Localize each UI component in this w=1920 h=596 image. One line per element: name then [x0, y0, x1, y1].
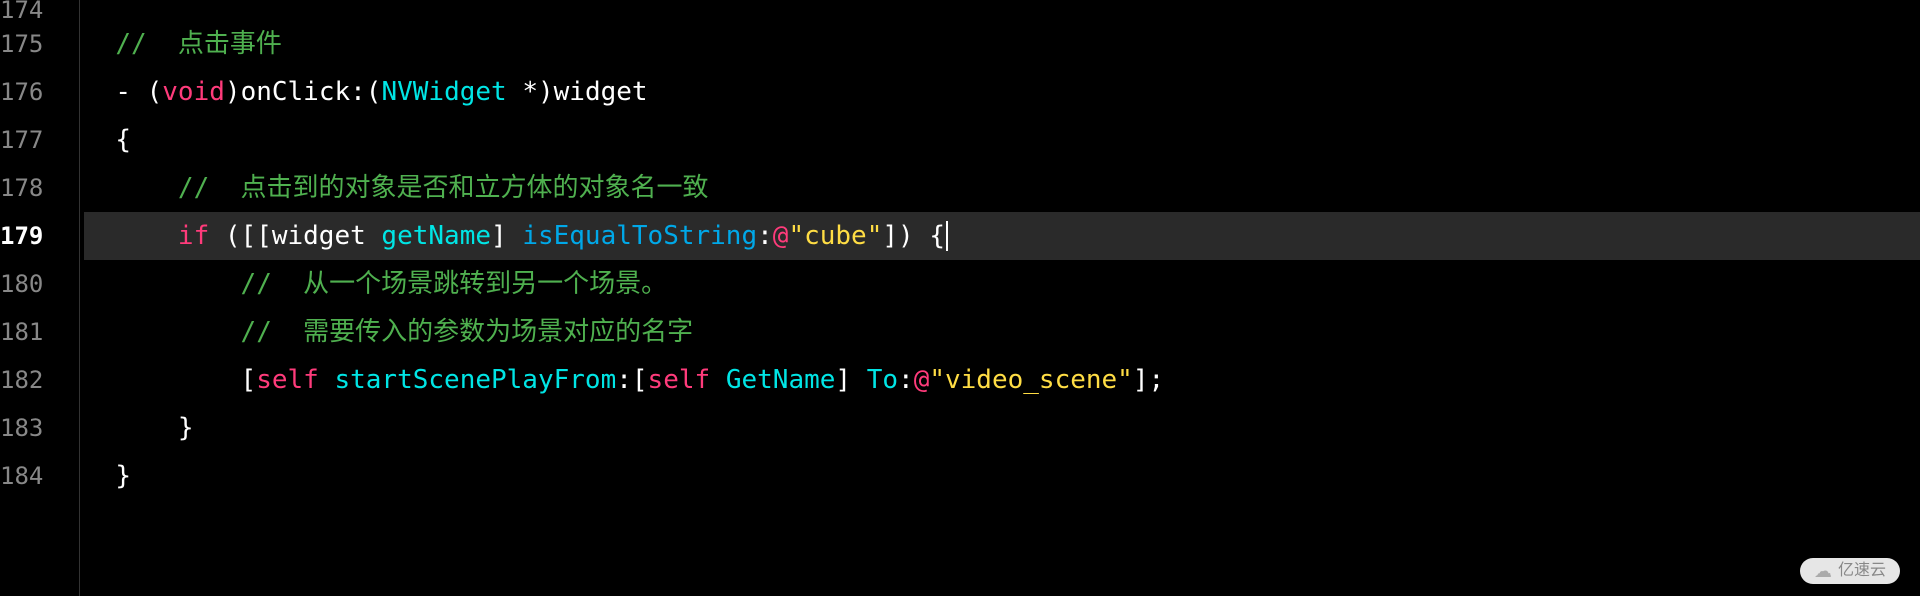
- code-token: [84, 271, 241, 297]
- code-token: isEqualToString: [522, 223, 757, 249]
- code-token: }: [178, 415, 194, 441]
- code-line-current[interactable]: if ([[widget getName] isEqualToString:@"…: [84, 212, 1920, 260]
- text-cursor: [946, 221, 948, 251]
- code-token: [84, 79, 115, 105]
- line-number: 178: [0, 176, 43, 200]
- code-token: getName: [381, 223, 491, 249]
- code-token: ]: [491, 223, 522, 249]
- line-number-current: 179: [0, 224, 43, 248]
- code-line[interactable]: }: [84, 452, 1920, 500]
- code-area[interactable]: // 点击事件 - (void)onClick:(NVWidget *)widg…: [80, 0, 1920, 596]
- code-token: // 点击事件: [115, 31, 282, 57]
- code-token: [710, 367, 726, 393]
- code-line[interactable]: // 需要传入的参数为场景对应的名字: [84, 308, 1920, 356]
- code-token: ([[widget: [209, 223, 381, 249]
- line-number: 175: [0, 32, 43, 56]
- code-token: :: [757, 223, 773, 249]
- code-token: [319, 367, 335, 393]
- code-token: :: [898, 367, 914, 393]
- code-token: }: [115, 463, 131, 489]
- code-token: GetName: [726, 367, 836, 393]
- code-token: [84, 223, 178, 249]
- code-line[interactable]: }: [84, 404, 1920, 452]
- code-token: ];: [1133, 367, 1164, 393]
- line-number: 184: [0, 464, 43, 488]
- code-token: {: [115, 127, 131, 153]
- watermark-badge: ☁ 亿速云: [1800, 558, 1900, 584]
- code-token: @: [914, 367, 930, 393]
- code-token: "video_scene": [929, 367, 1133, 393]
- code-line[interactable]: [84, 0, 1920, 20]
- line-number: 182: [0, 368, 43, 392]
- cloud-icon: ☁: [1814, 562, 1832, 580]
- code-token: [84, 415, 178, 441]
- code-token: [84, 463, 115, 489]
- code-token: @: [773, 223, 789, 249]
- code-token: - (: [115, 79, 162, 105]
- line-number: 177: [0, 128, 43, 152]
- code-line[interactable]: [self startScenePlayFrom:[self GetName] …: [84, 356, 1920, 404]
- code-token: self: [648, 367, 711, 393]
- code-token: onClick:(: [241, 79, 382, 105]
- code-token: void: [162, 79, 225, 105]
- code-token: [84, 175, 178, 201]
- line-number: 181: [0, 320, 43, 344]
- code-line[interactable]: {: [84, 116, 1920, 164]
- code-token: :[: [616, 367, 647, 393]
- code-token: // 点击到的对象是否和立方体的对象名一致: [178, 175, 709, 201]
- code-token: if: [178, 223, 209, 249]
- watermark-text: 亿速云: [1838, 563, 1886, 579]
- code-token: [: [84, 367, 256, 393]
- code-token: ]: [835, 367, 866, 393]
- code-token: self: [256, 367, 319, 393]
- code-line[interactable]: // 点击事件: [84, 20, 1920, 68]
- code-token: "cube": [788, 223, 882, 249]
- code-line[interactable]: // 从一个场景跳转到另一个场景。: [84, 260, 1920, 308]
- code-token: To: [867, 367, 898, 393]
- code-token: // 从一个场景跳转到另一个场景。: [241, 271, 668, 297]
- code-token: startScenePlayFrom: [334, 367, 616, 393]
- code-token: [84, 319, 241, 345]
- line-number: 183: [0, 416, 43, 440]
- line-number: 174: [0, 0, 43, 22]
- line-number: 176: [0, 80, 43, 104]
- code-token: *)widget: [507, 79, 648, 105]
- line-number: 180: [0, 272, 43, 296]
- code-token: ]) {: [882, 223, 945, 249]
- code-token: NVWidget: [381, 79, 506, 105]
- code-editor[interactable]: 174 175 176 177 178 179 180 181 182 183 …: [0, 0, 1920, 596]
- code-line[interactable]: - (void)onClick:(NVWidget *)widget: [84, 68, 1920, 116]
- code-token: // 需要传入的参数为场景对应的名字: [241, 319, 694, 345]
- code-token: ): [225, 79, 241, 105]
- code-line[interactable]: // 点击到的对象是否和立方体的对象名一致: [84, 164, 1920, 212]
- code-token: [84, 31, 115, 57]
- code-token: [84, 127, 115, 153]
- line-number-gutter: 174 175 176 177 178 179 180 181 182 183 …: [0, 0, 80, 596]
